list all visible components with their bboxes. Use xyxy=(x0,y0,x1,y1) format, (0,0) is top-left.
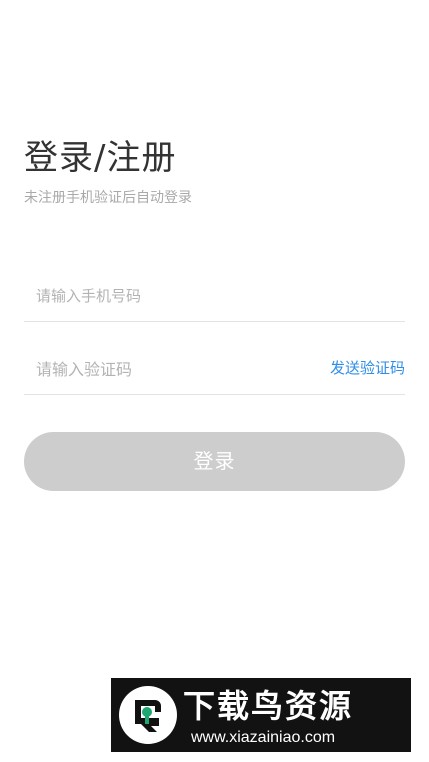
send-code-button[interactable]: 发送验证码 xyxy=(330,357,405,379)
login-button[interactable]: 登录 xyxy=(24,432,405,491)
verification-code-input[interactable] xyxy=(36,355,316,383)
watermark-banner: 下载鸟资源 www.xiazainiao.com xyxy=(111,678,411,752)
login-screen: 登录/注册 未注册手机验证后自动登录 发送验证码 登录 下载鸟资源 www.xi… xyxy=(0,0,429,762)
page-subtitle: 未注册手机验证后自动登录 xyxy=(24,190,192,206)
page-title: 登录/注册 xyxy=(24,138,177,178)
code-field-row: 发送验证码 xyxy=(24,345,405,395)
watermark-url: www.xiazainiao.com xyxy=(191,729,336,746)
phone-field-row xyxy=(24,272,405,322)
bird-logo-icon xyxy=(119,686,177,744)
watermark-title: 下载鸟资源 xyxy=(183,687,354,725)
phone-input[interactable] xyxy=(36,282,316,310)
